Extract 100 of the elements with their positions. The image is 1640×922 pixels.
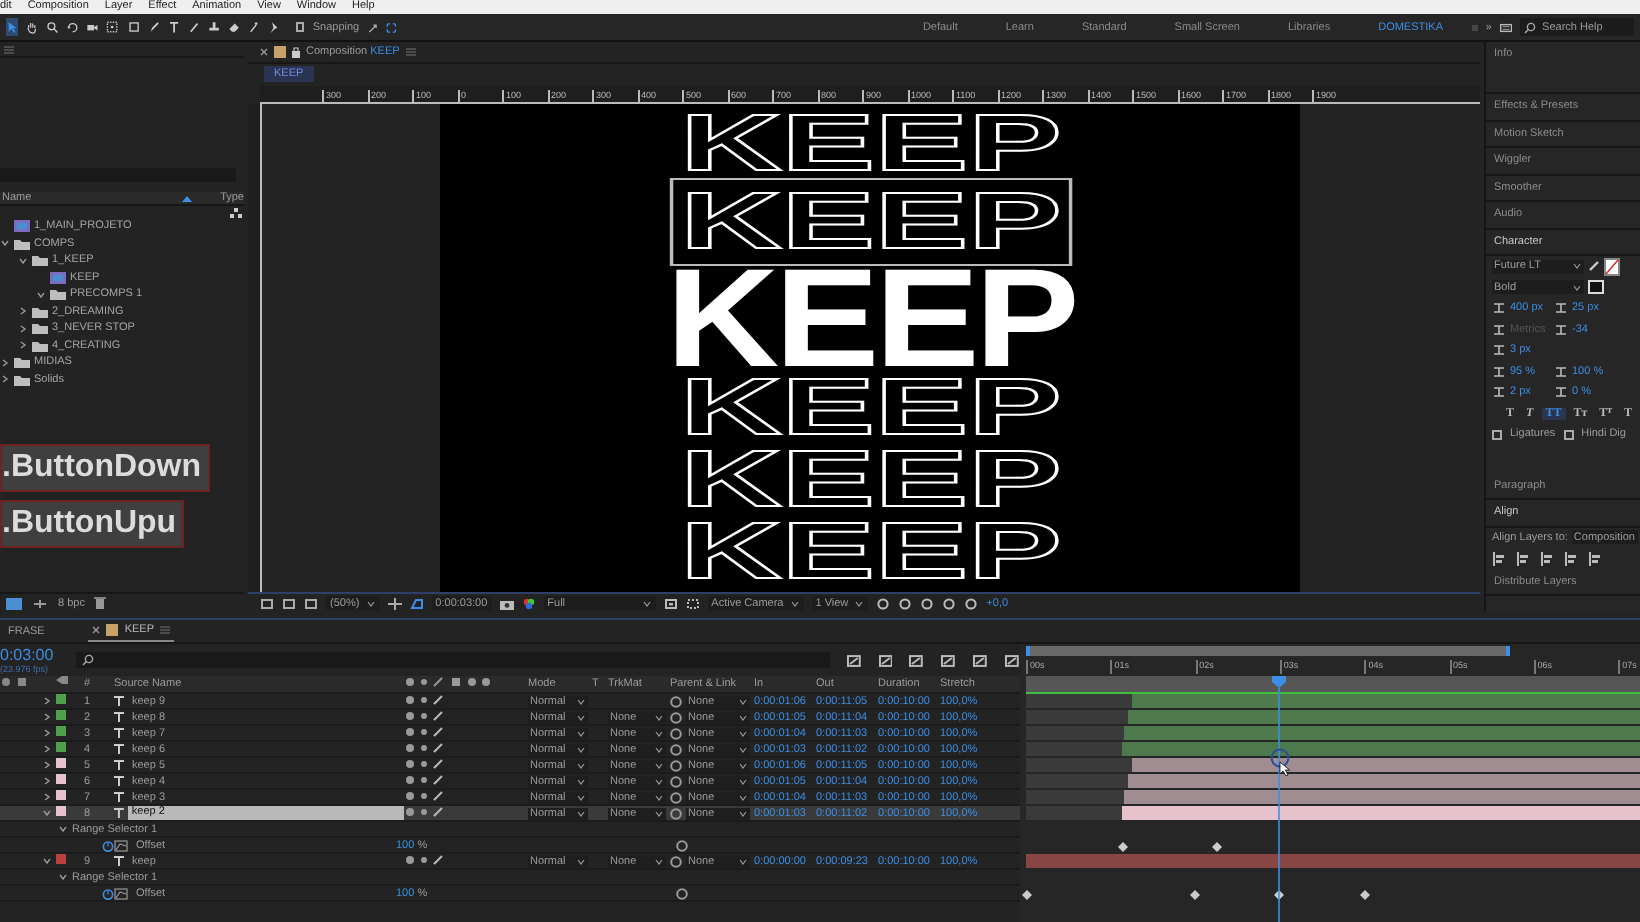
text-layer-icon	[114, 696, 124, 706]
selection-arrow-icon[interactable]	[6, 18, 19, 36]
dropdown-caret-icon[interactable]	[738, 857, 748, 865]
search-icon	[81, 654, 94, 666]
eraser-icon[interactable]	[228, 18, 241, 36]
layer-switch-icons[interactable]	[404, 693, 444, 705]
pick-whip-icon[interactable]	[676, 887, 688, 899]
flow-icon[interactable]	[32, 597, 48, 609]
search-field[interactable]	[75, 652, 830, 668]
keyframe-icon[interactable]	[1359, 889, 1370, 899]
text-layer-icon	[114, 712, 124, 722]
layer-color-swatch[interactable]	[56, 854, 66, 864]
stopwatch-icon[interactable]	[102, 839, 114, 851]
layer-switch-icons[interactable]	[404, 757, 444, 769]
outline-text: KEEP	[679, 515, 1061, 588]
align-center-icon[interactable]	[1516, 551, 1530, 566]
key-overlay-label: .ButtonUpu	[0, 500, 185, 548]
solid-text: KEEP	[665, 263, 1075, 372]
align-right-icon[interactable]	[1540, 551, 1554, 566]
outline-text: KEEP	[679, 107, 1061, 180]
dropdown-caret-icon[interactable]	[654, 857, 664, 865]
checkbox[interactable]	[1492, 429, 1502, 440]
text-layer-icon	[114, 744, 124, 754]
roto-brush-icon[interactable]	[248, 18, 261, 36]
text-layer-icon	[114, 776, 124, 786]
composition-icon	[274, 45, 286, 58]
layer-switch-icons[interactable]	[404, 773, 444, 785]
stamp-icon[interactable]	[207, 18, 221, 36]
layer-switch-icons[interactable]	[404, 725, 444, 737]
dropdown-caret-icon[interactable]	[1572, 283, 1582, 292]
fill-color-swatch[interactable]	[1604, 257, 1620, 276]
layer-color-swatch[interactable]	[56, 742, 66, 752]
text-layer-icon	[114, 808, 124, 818]
region-icon[interactable]	[663, 597, 678, 610]
composition-icon	[50, 271, 66, 284]
keyframe-icon[interactable]	[1274, 889, 1285, 899]
outline-text: KEEP	[679, 371, 1061, 444]
zoom-icon[interactable]	[46, 18, 59, 36]
keyframe-icon[interactable]	[1190, 889, 1201, 899]
mouse-cursor-icon	[1269, 748, 1294, 776]
close-icon[interactable]	[92, 626, 101, 634]
trash-icon[interactable]	[94, 596, 107, 610]
align-left-icon[interactable]	[1492, 551, 1506, 566]
graph-icon[interactable]	[114, 839, 130, 851]
layer-switch-icons[interactable]	[404, 805, 444, 817]
layer-switch-icons[interactable]	[404, 741, 444, 753]
layer-switch-icons[interactable]	[404, 709, 444, 721]
snap-options-icon[interactable]	[367, 19, 379, 35]
rotate-icon[interactable]	[66, 18, 79, 36]
hand-icon[interactable]	[26, 18, 39, 36]
align-middle-icon[interactable]	[1588, 551, 1602, 566]
snapping-checkbox[interactable]	[296, 22, 305, 32]
key-overlay-label: .ButtonDown	[0, 444, 210, 492]
composition-icon	[14, 220, 30, 233]
layer-color-swatch[interactable]	[56, 710, 66, 720]
brush-icon[interactable]	[187, 18, 200, 36]
layer-color-swatch[interactable]	[56, 758, 66, 768]
dropdown-caret-icon[interactable]	[789, 599, 800, 608]
text-layer-icon	[114, 856, 124, 866]
layer-color-swatch[interactable]	[56, 806, 66, 816]
text-layer-icon	[114, 792, 124, 802]
search-icon	[1524, 21, 1537, 33]
layer-color-swatch[interactable]	[56, 790, 66, 800]
layer-color-swatch[interactable]	[56, 774, 66, 784]
mask-shape-icon[interactable]	[409, 597, 424, 610]
keyboard-icon[interactable]	[1499, 21, 1513, 33]
camera-snapshot-icon[interactable]	[499, 597, 514, 610]
keyframe-icon[interactable]	[1021, 889, 1031, 899]
layer-switch-icons[interactable]	[404, 853, 444, 865]
color-channels-icon[interactable]	[521, 597, 536, 610]
expand-icon[interactable]	[386, 19, 397, 35]
layer-color-swatch[interactable]	[56, 726, 66, 736]
layer-switch-icons[interactable]	[404, 789, 444, 801]
outline-text: KEEP	[679, 443, 1061, 516]
dropdown-caret-icon[interactable]	[854, 599, 865, 608]
close-icon[interactable]	[260, 47, 268, 56]
dropdown-caret-icon[interactable]	[576, 857, 586, 865]
type-tool-icon[interactable]	[167, 18, 180, 36]
current-time[interactable]: 0:03:00	[0, 647, 60, 663]
dropdown-caret-icon[interactable]	[1572, 262, 1582, 271]
rectangle-icon[interactable]	[127, 18, 140, 36]
checkbox[interactable]	[1563, 429, 1574, 440]
switch-header-icons	[0, 676, 28, 688]
dropdown-caret-icon[interactable]	[641, 599, 652, 608]
stopwatch-icon[interactable]	[102, 887, 114, 899]
eyedropper-icon[interactable]	[1588, 260, 1600, 273]
grid-icon[interactable]	[387, 597, 402, 610]
align-top-icon[interactable]	[1564, 551, 1578, 566]
composition-icon[interactable]	[6, 597, 22, 609]
lock-icon[interactable]	[292, 45, 300, 58]
label-header-icon	[56, 676, 68, 688]
dropdown-caret-icon[interactable]	[365, 599, 376, 608]
graph-icon[interactable]	[114, 887, 130, 899]
sort-arrow-icon[interactable]	[182, 195, 193, 201]
stroke-color-swatch[interactable]	[1588, 280, 1604, 295]
layer-color-swatch[interactable]	[56, 694, 66, 704]
text-layer-icon	[114, 760, 124, 770]
transparency-grid-icon[interactable]	[685, 597, 700, 610]
pen-icon[interactable]	[147, 18, 160, 36]
pan-behind-icon[interactable]	[106, 18, 120, 36]
